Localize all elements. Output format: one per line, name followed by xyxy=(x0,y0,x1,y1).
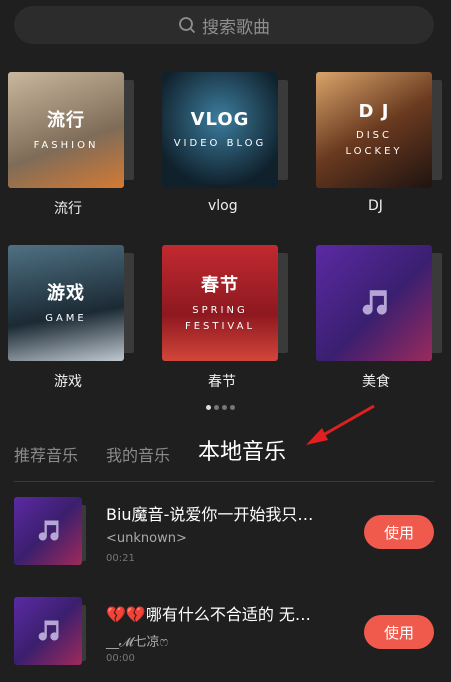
category-thumbnail: D J DISC LOCKEY xyxy=(316,72,432,188)
category-item[interactable]: 游戏 GAME 游戏 xyxy=(8,245,134,391)
divider xyxy=(14,481,434,482)
page-dot xyxy=(206,405,211,410)
song-row[interactable]: 💔💔哪有什么不合适的 无… __𝓜七凉ෆ 00:00 使用 xyxy=(14,597,434,669)
page-dot xyxy=(214,405,219,410)
thumb-title: VLOG xyxy=(190,108,250,130)
tab-recommended[interactable]: 推荐音乐 xyxy=(14,442,78,466)
category-item[interactable]: VLOG VIDEO BLOG vlog xyxy=(162,72,288,214)
music-note-icon xyxy=(38,620,59,641)
thumb-subtitle: VIDEO BLOG xyxy=(173,137,267,149)
category-thumbnail xyxy=(316,245,432,361)
page-dot xyxy=(222,405,227,410)
category-thumbnail: 流行 FASHION xyxy=(8,72,124,188)
song-title: 💔💔哪有什么不合适的 无… xyxy=(106,605,311,624)
category-label: DJ xyxy=(368,198,383,214)
use-button[interactable]: 使用 xyxy=(364,515,434,549)
category-thumbnail: 游戏 GAME xyxy=(8,245,124,361)
song-cover xyxy=(14,597,82,665)
thumb-title: 流行 xyxy=(47,110,85,131)
thumb-title: 春节 xyxy=(201,275,239,296)
search-icon xyxy=(179,17,196,34)
category-label: 美食 xyxy=(362,374,390,390)
thumb-subtitle: FASHION xyxy=(33,140,99,151)
category-label: 流行 xyxy=(54,201,82,217)
category-label: 游戏 xyxy=(54,374,82,390)
category-thumbnail: VLOG VIDEO BLOG xyxy=(162,72,278,188)
song-row[interactable]: Biu魔音-说爱你一开始我只… <unknown> 00:21 使用 xyxy=(14,497,434,569)
thumb-subtitle: SPRING FESTIVAL xyxy=(184,305,256,332)
thumb-subtitle: DISC LOCKEY xyxy=(345,129,403,157)
category-item[interactable]: D J DISC LOCKEY DJ xyxy=(316,72,442,214)
category-label: vlog xyxy=(208,198,238,214)
thumb-title: D J xyxy=(358,100,390,122)
song-artist: <unknown> xyxy=(106,531,187,546)
page-dot xyxy=(230,405,235,410)
annotation-arrow-icon xyxy=(306,404,375,445)
thumb-title: 游戏 xyxy=(47,283,85,304)
song-artist: __𝓜七凉ෆ xyxy=(106,635,169,650)
music-note-icon xyxy=(362,290,387,315)
category-label: 春节 xyxy=(208,374,236,390)
song-cover xyxy=(14,497,82,565)
music-tabs: 推荐音乐 我的音乐 本地音乐 xyxy=(14,434,286,466)
song-duration: 00:00 xyxy=(106,653,135,664)
song-duration: 00:21 xyxy=(106,553,135,564)
category-item[interactable]: 美食 xyxy=(316,245,442,391)
song-title: Biu魔音-说爱你一开始我只… xyxy=(106,505,314,524)
search-placeholder: 搜索歌曲 xyxy=(202,17,270,38)
tab-my-music[interactable]: 我的音乐 xyxy=(106,442,170,466)
category-item[interactable]: 流行 FASHION 流行 xyxy=(8,72,134,218)
use-button[interactable]: 使用 xyxy=(364,615,434,649)
tab-local-music[interactable]: 本地音乐 xyxy=(198,434,286,466)
page-indicator xyxy=(206,405,235,410)
thumb-subtitle: GAME xyxy=(45,313,87,324)
music-note-icon xyxy=(38,520,59,541)
search-bar[interactable]: 搜索歌曲 xyxy=(14,6,434,44)
category-item[interactable]: 春节 SPRING FESTIVAL 春节 xyxy=(162,245,288,391)
category-thumbnail: 春节 SPRING FESTIVAL xyxy=(162,245,278,361)
